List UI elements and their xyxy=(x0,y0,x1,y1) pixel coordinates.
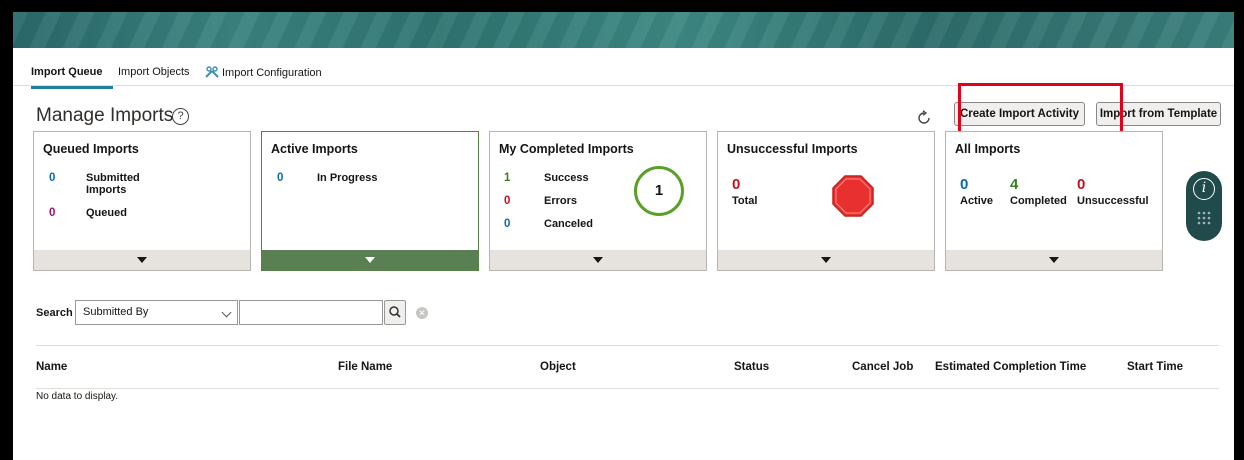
canceled-label: Canceled xyxy=(544,218,593,230)
queued-count[interactable]: 0 xyxy=(49,207,55,219)
tools-icon xyxy=(205,66,219,78)
card-title: Queued Imports xyxy=(43,142,139,156)
tab-import-objects[interactable]: Import Objects xyxy=(118,66,190,78)
in-progress-count[interactable]: 0 xyxy=(277,172,283,184)
search-icon xyxy=(389,306,401,318)
column-header-object[interactable]: Object xyxy=(540,361,576,373)
tab-bar: Import Queue Import Objects Import Confi… xyxy=(13,48,1234,89)
search-label: Search xyxy=(36,307,73,319)
help-icon[interactable]: ? xyxy=(172,108,189,125)
active-tab-indicator xyxy=(31,86,113,89)
success-label: Success xyxy=(544,172,589,184)
search-input[interactable] xyxy=(239,300,383,325)
grid-dots-icon xyxy=(1197,211,1211,225)
column-header-cancel-job[interactable]: Cancel Job xyxy=(852,361,913,373)
chevron-down-icon xyxy=(593,257,603,263)
info-icon: i xyxy=(1193,178,1215,200)
all-active-label: Active xyxy=(960,195,994,207)
column-header-file-name[interactable]: File Name xyxy=(338,361,392,373)
card-title: All Imports xyxy=(955,142,1021,156)
total-count[interactable]: 0 xyxy=(732,176,740,193)
queued-label: Queued xyxy=(86,207,127,219)
info-panel-button[interactable]: i xyxy=(1186,171,1222,241)
refresh-icon[interactable] xyxy=(916,110,932,126)
card-expand-bar[interactable] xyxy=(718,250,934,270)
tab-import-configuration-label: Import Configuration xyxy=(222,67,322,79)
queued-imports-card[interactable]: Queued Imports 0 Submitted Imports 0 Que… xyxy=(33,131,251,271)
card-expand-bar[interactable] xyxy=(946,250,1162,270)
in-progress-label: In Progress xyxy=(317,172,378,184)
errors-label: Errors xyxy=(544,195,578,207)
chevron-down-icon xyxy=(221,307,232,318)
card-expand-bar[interactable] xyxy=(262,250,478,270)
column-header-start-time[interactable]: Start Time xyxy=(1127,361,1183,373)
card-expand-bar[interactable] xyxy=(34,250,250,270)
total-label: Total xyxy=(732,195,758,207)
all-unsuccessful-count[interactable]: 0 xyxy=(1077,176,1085,193)
stop-octagon-icon xyxy=(832,175,874,217)
card-title: Unsuccessful Imports xyxy=(727,142,858,156)
tab-import-configuration[interactable]: Import Configuration xyxy=(205,66,322,79)
all-unsuccessful-label: Unsuccessful xyxy=(1077,195,1149,207)
table-top-divider xyxy=(36,345,1219,346)
column-header-estimated-completion-time[interactable]: Estimated Completion Time xyxy=(935,361,1086,373)
completed-ring-indicator: 1 xyxy=(634,166,684,216)
errors-count[interactable]: 0 xyxy=(504,195,510,207)
screen-border-top xyxy=(0,0,1244,12)
empty-table-message: No data to display. xyxy=(36,391,119,402)
search-field-select[interactable]: Submitted By xyxy=(75,300,238,325)
all-imports-card[interactable]: All Imports 0 Active 4 Completed 0 Unsuc… xyxy=(945,131,1163,271)
all-active-count[interactable]: 0 xyxy=(960,176,968,193)
table-header-divider xyxy=(36,388,1219,389)
card-title: Active Imports xyxy=(271,142,358,156)
clear-search-icon[interactable]: ✕ xyxy=(416,307,428,319)
active-imports-card[interactable]: Active Imports 0 In Progress xyxy=(261,131,479,271)
chevron-down-icon xyxy=(1049,257,1059,263)
all-completed-label: Completed xyxy=(1010,195,1067,207)
all-completed-count[interactable]: 4 xyxy=(1010,176,1018,193)
search-button[interactable] xyxy=(384,300,406,325)
card-expand-bar[interactable] xyxy=(490,250,706,270)
success-count[interactable]: 1 xyxy=(504,172,510,184)
chevron-down-icon xyxy=(137,257,147,263)
submitted-label: Submitted Imports xyxy=(86,172,140,196)
chevron-down-icon xyxy=(821,257,831,263)
card-title: My Completed Imports xyxy=(499,142,634,156)
header-banner xyxy=(13,12,1234,48)
tab-import-queue[interactable]: Import Queue xyxy=(31,66,103,78)
chevron-down-icon xyxy=(365,257,375,263)
submitted-count[interactable]: 0 xyxy=(49,172,55,184)
screen-border-right xyxy=(1234,0,1244,460)
screen-border-left xyxy=(0,0,13,460)
column-header-name[interactable]: Name xyxy=(36,361,67,373)
column-header-status[interactable]: Status xyxy=(734,361,769,373)
canceled-count[interactable]: 0 xyxy=(504,218,510,230)
page-title: Manage Imports xyxy=(36,105,174,126)
unsuccessful-imports-card[interactable]: Unsuccessful Imports 0 Total xyxy=(717,131,935,271)
search-field-value: Submitted By xyxy=(83,306,149,318)
